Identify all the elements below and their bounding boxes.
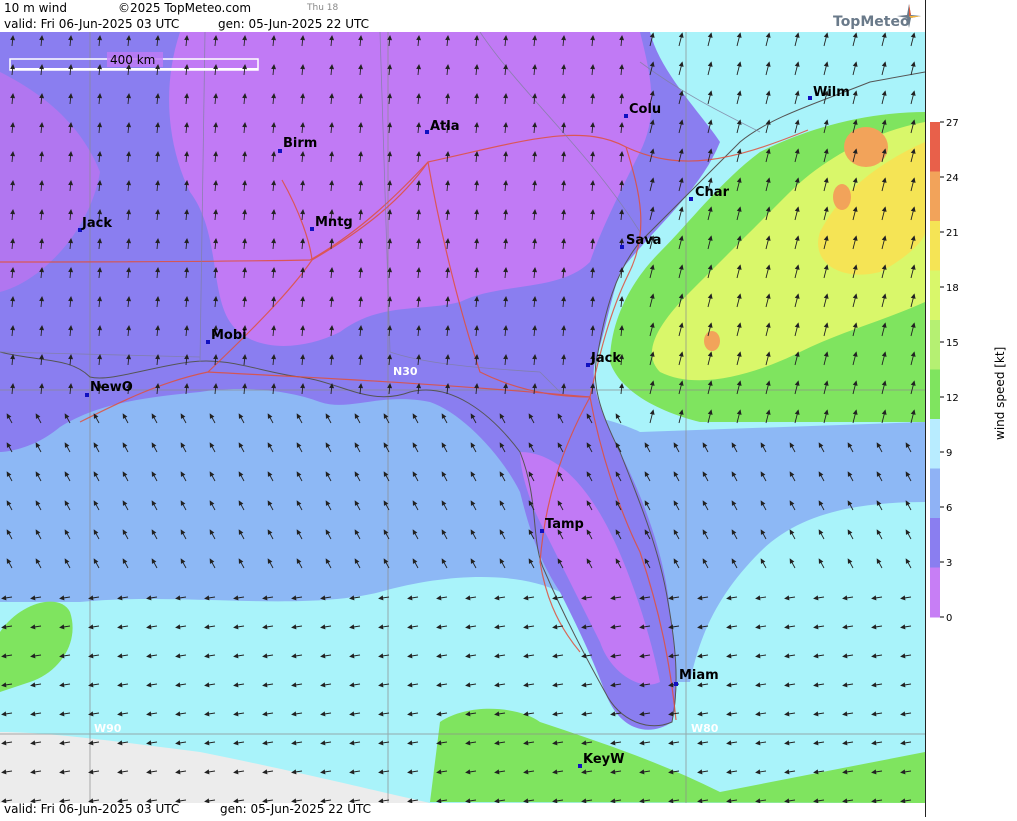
legend-color-step [930,171,940,222]
city-birm: Birm [283,136,317,151]
legend-tick-label: 24 [946,173,959,184]
city-wilm: Wilm [813,85,850,100]
city-dot [578,764,582,768]
map-footer: valid: Fri 06-Jun-2025 03 UTC gen: 05-Ju… [0,802,925,817]
legend-tick-label: 18 [946,283,959,294]
city-dot [808,96,812,100]
city-jack-ms: Jack [81,216,112,231]
city-dot [310,227,314,231]
city-miam: Miam [679,668,719,683]
wind-map[interactable]: 400 km N30 W90 W80 Wilm Atla Colu Birm C… [0,32,925,803]
legend-tick-label: 0 [946,613,952,624]
legend-color-step [930,518,940,568]
legend-color-step [930,320,940,370]
legend-tick-label: 12 [946,393,959,404]
city-dot [689,197,693,201]
city-dot [85,393,89,397]
city-dot [624,114,628,118]
product-name: 10 m wind [4,1,67,15]
legend-color-bar [930,122,940,618]
lon-label-w90: W90 [94,722,122,735]
wind-speed-legend: 27 24 21 18 15 12 9 6 3 0 wind speed [kt] [930,118,1007,624]
city-newo: NewO [90,380,133,395]
city-atla: Atla [430,119,460,134]
legend-tick-label: 27 [946,118,959,129]
atlantic-gust-spot [833,184,851,210]
footer-generated-time: gen: 05-Jun-2025 22 UTC [220,802,372,816]
map-canvas: 400 km N30 W90 W80 Wilm Atla Colu Birm C… [0,32,925,803]
legend-color-step [930,419,940,469]
legend-title: wind speed [kt] [993,347,1007,440]
city-dot [278,149,282,153]
city-dot [425,130,429,134]
legend-color-step [930,468,940,519]
city-char: Char [695,185,730,200]
legend-color-step [930,567,940,618]
compass-logo-icon [897,4,921,28]
atlantic-gust-spot-2 [704,331,720,351]
city-mobi: Mobi [211,328,247,343]
city-dot [206,340,210,344]
scale-label: 400 km [110,53,155,67]
legend-color-step [930,270,940,321]
legend-color-step [930,369,940,420]
legend-color-step [930,221,940,271]
lat-label-n30: N30 [393,365,418,378]
city-dot [586,363,590,367]
city-mntg: Mntg [315,215,353,230]
footer-valid-time: valid: Fri 06-Jun-2025 03 UTC [4,802,180,816]
city-dot [620,245,624,249]
city-dot [540,529,544,533]
legend-tick-label: 6 [946,503,952,514]
map-header: 10 m wind ©2025 TopMeteo.com Thu 18 vali… [0,0,925,32]
lon-label-w80: W80 [691,722,719,735]
valid-time: valid: Fri 06-Jun-2025 03 UTC [4,17,180,31]
legend-color-step [930,122,940,172]
city-keyw: KeyW [583,752,624,767]
city-colu: Colu [629,102,661,117]
legend-tick-label: 3 [946,558,952,569]
generated-time: gen: 05-Jun-2025 22 UTC [218,17,370,31]
legend-tick-label: 15 [946,338,959,349]
legend-tick-label: 9 [946,448,952,459]
legend-tick-label: 21 [946,228,959,239]
city-jack-fl: Jack [590,351,621,366]
city-sava: Sava [626,233,661,248]
legend-panel: 27 24 21 18 15 12 9 6 3 0 wind speed [kt] [925,0,1017,817]
copyright: ©2025 TopMeteo.com [118,1,252,15]
atlantic-gust-core [844,127,888,167]
day-hint: Thu 18 [307,3,339,13]
legend-ticks: 27 24 21 18 15 12 9 6 3 0 [940,118,959,624]
city-dot [674,682,678,686]
city-tamp: Tamp [545,517,584,532]
